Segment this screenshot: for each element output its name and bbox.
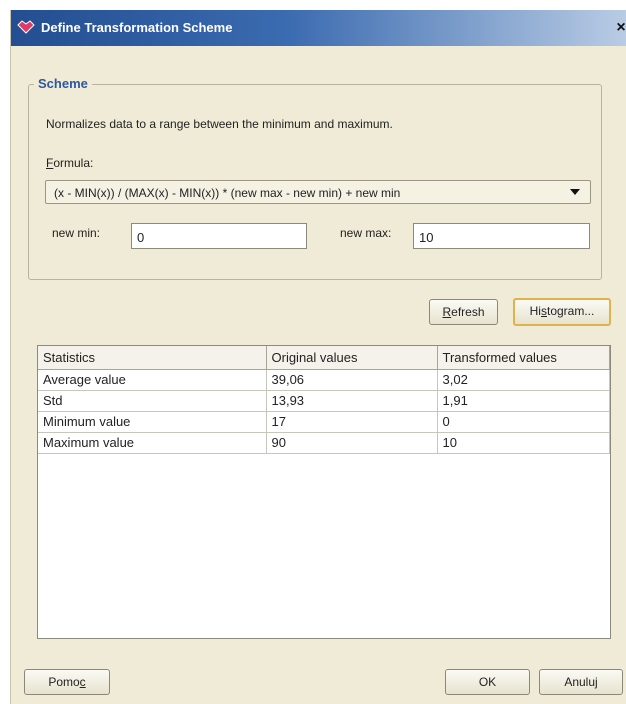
close-button[interactable]: × <box>613 20 626 36</box>
refresh-button[interactable]: Refresh <box>429 299 498 325</box>
table-cell: Average value <box>38 369 267 391</box>
formula-selected-value: (x - MIN(x)) / (MAX(x) - MIN(x)) * (new … <box>54 186 401 200</box>
table-row[interactable]: Average value 39,06 3,02 <box>38 369 610 391</box>
table-cell: Maximum value <box>38 432 267 454</box>
table-cell: 39,06 <box>266 369 438 391</box>
scheme-description: Normalizes data to a range between the m… <box>46 117 393 131</box>
chevron-down-icon[interactable] <box>570 189 580 195</box>
column-header-transformed[interactable]: Transformed values <box>437 346 610 370</box>
column-header-original[interactable]: Original values <box>266 346 438 370</box>
formula-label: Formula: <box>46 156 94 170</box>
table-row[interactable]: Std 13,93 1,91 <box>38 390 610 412</box>
new-max-input[interactable]: 10 <box>413 223 590 249</box>
table-cell: Std <box>38 390 267 412</box>
column-header-statistics[interactable]: Statistics <box>38 346 267 370</box>
table-cell: 17 <box>266 411 438 433</box>
histogram-button[interactable]: Histogram... <box>513 298 611 326</box>
table-cell: 1,91 <box>437 390 610 412</box>
cancel-button[interactable]: Anuluj <box>539 669 623 695</box>
scheme-legend: Scheme <box>34 76 92 91</box>
ok-button[interactable]: OK <box>445 669 530 695</box>
table-cell: 90 <box>266 432 438 454</box>
table-row[interactable]: Maximum value 90 10 <box>38 432 610 454</box>
title-bar[interactable]: Define Transformation Scheme × <box>11 10 626 46</box>
table-cell: 10 <box>437 432 610 454</box>
help-button[interactable]: Pomoc <box>24 669 110 695</box>
new-min-input[interactable]: 0 <box>131 223 307 249</box>
table-cell: 0 <box>437 411 610 433</box>
statistics-table: Statistics Original values Transformed v… <box>37 345 611 639</box>
new-max-label: new max: <box>340 226 392 240</box>
table-cell: 13,93 <box>266 390 438 412</box>
new-min-label: new min: <box>52 226 101 240</box>
app-logo-icon <box>17 20 35 34</box>
formula-dropdown[interactable]: (x - MIN(x)) / (MAX(x) - MIN(x)) * (new … <box>45 180 591 204</box>
window-title: Define Transformation Scheme <box>41 20 233 35</box>
table-cell: 3,02 <box>437 369 610 391</box>
table-header-row: Statistics Original values Transformed v… <box>38 346 610 370</box>
table-cell: Minimum value <box>38 411 267 433</box>
table-row[interactable]: Minimum value 17 0 <box>38 411 610 433</box>
